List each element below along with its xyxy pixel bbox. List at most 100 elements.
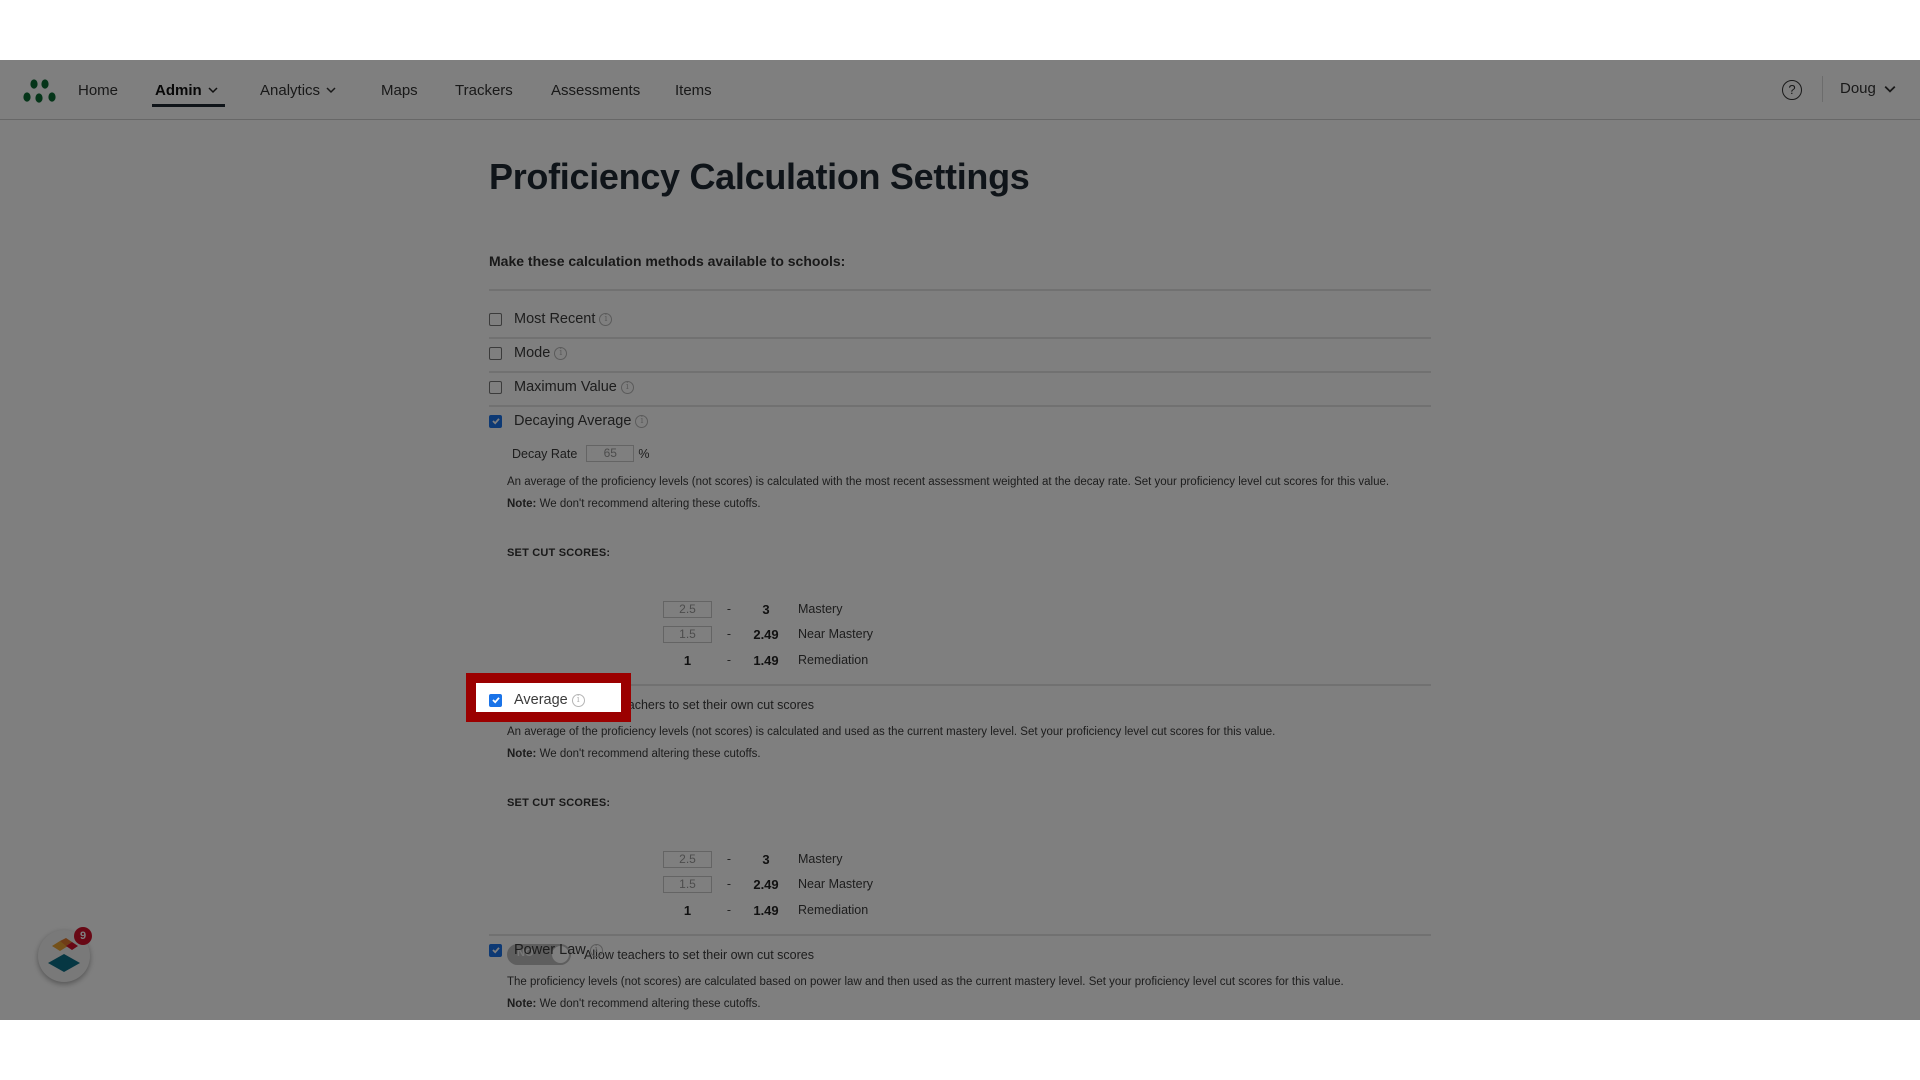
notification-badge: 9	[74, 927, 92, 945]
nav-admin-label: Admin	[155, 81, 202, 99]
divider	[489, 337, 1431, 339]
page-title: Proficiency Calculation Settings	[489, 156, 1030, 197]
user-name: Doug	[1840, 80, 1876, 97]
note-text: We don't recommend altering these cutoff…	[536, 998, 761, 1010]
cut-score-row-remediation: 1 - 1.49 Remediation	[663, 901, 868, 919]
average-checkbox[interactable]	[489, 693, 502, 707]
divider	[489, 371, 1431, 373]
method-most-recent: Most Recent i	[489, 308, 613, 330]
range-dash: -	[726, 602, 732, 616]
range-dash: -	[726, 653, 732, 667]
info-icon[interactable]: i	[635, 414, 649, 428]
method-label: Mode	[514, 345, 551, 361]
nav-maps-label: Maps	[381, 81, 418, 99]
decay-rate-input[interactable]: 65	[586, 445, 635, 462]
section-subtitle: Make these calculation methods available…	[489, 253, 846, 269]
level-name: Near Mastery	[798, 877, 874, 891]
info-icon[interactable]: i	[620, 380, 634, 394]
decaying-average-description: An average of the proficiency levels (no…	[507, 476, 1390, 488]
level-name: Mastery	[798, 602, 843, 616]
nav-home[interactable]: Home	[78, 80, 118, 100]
method-mode: Mode i	[489, 342, 568, 364]
decay-rate-unit: %	[638, 446, 650, 461]
decaying-average-note: Note: We don't recommend altering these …	[507, 498, 761, 510]
checkmark-icon	[491, 697, 500, 704]
cut-score-row-near-mastery: 1.5 - 2.49 Near Mastery	[663, 875, 873, 893]
mastery-low-input[interactable]: 2.5	[663, 850, 712, 868]
remediation-low: 1	[683, 652, 692, 668]
range-dash: -	[726, 852, 732, 866]
range-dash: -	[726, 627, 732, 641]
note-label: Note:	[507, 498, 537, 510]
method-power-law: Power Law i	[489, 939, 603, 961]
nav-items[interactable]: Items	[675, 80, 712, 100]
range-dash: -	[726, 877, 732, 891]
mastery-low-input[interactable]: 2.5	[663, 600, 712, 618]
app: Home Admin Analytics Maps Trackers Asses…	[0, 60, 1920, 1020]
remediation-high: 1.49	[753, 652, 779, 668]
toggle-label: Allow teachers to set their own cut scor…	[584, 947, 814, 962]
method-label: Maximum Value	[514, 379, 617, 395]
power-law-checkbox[interactable]	[489, 943, 502, 957]
near-mastery-high: 2.49	[753, 626, 779, 642]
help-icon[interactable]: ?	[1782, 80, 1802, 100]
cut-score-row-mastery: 2.5 - 3 Mastery	[663, 600, 842, 618]
nav-admin[interactable]: Admin	[155, 80, 218, 100]
note-label: Note:	[507, 748, 537, 760]
nav-analytics-label: Analytics	[260, 81, 321, 99]
range-dash: -	[726, 903, 732, 917]
nav-analytics[interactable]: Analytics	[260, 80, 336, 100]
level-name: Near Mastery	[798, 627, 874, 641]
method-label: Average	[514, 692, 568, 708]
decaying-average-checkbox[interactable]	[489, 414, 502, 428]
nav-maps[interactable]: Maps	[381, 80, 418, 100]
set-cut-scores-label: SET CUT SCORES:	[507, 547, 611, 559]
method-maximum-value: Maximum Value i	[489, 376, 634, 398]
cut-score-row-near-mastery: 1.5 - 2.49 Near Mastery	[663, 625, 873, 643]
info-icon[interactable]: i	[554, 346, 568, 360]
chevron-down-icon	[326, 87, 336, 94]
power-law-note: Note: We don't recommend altering these …	[507, 998, 761, 1010]
near-mastery-high: 2.49	[753, 876, 779, 892]
info-icon[interactable]: i	[599, 312, 613, 326]
mastery-high: 3	[762, 601, 770, 617]
note-text: We don't recommend altering these cutoff…	[536, 748, 761, 760]
user-menu[interactable]: Doug	[1840, 80, 1896, 97]
info-icon[interactable]: i	[589, 943, 603, 957]
near-mastery-low-input[interactable]: 1.5	[663, 625, 712, 643]
method-decaying-average: Decaying Average i	[489, 410, 649, 432]
nav-trackers-label: Trackers	[455, 81, 513, 99]
level-name: Remediation	[798, 653, 869, 667]
average-note: Note: We don't recommend altering these …	[507, 748, 761, 760]
note-text: We don't recommend altering these cutoff…	[536, 498, 761, 510]
level-name: Mastery	[798, 852, 843, 866]
cut-score-row-mastery: 2.5 - 3 Mastery	[663, 850, 842, 868]
mastery-high: 3	[762, 851, 770, 867]
method-label: Most Recent	[514, 311, 596, 327]
near-mastery-low-input[interactable]: 1.5	[663, 875, 712, 893]
remediation-low: 1	[683, 902, 692, 918]
remediation-high: 1.49	[753, 902, 779, 918]
power-law-description: The proficiency levels (not scores) are …	[507, 976, 1344, 988]
cut-score-row-remediation: 1 - 1.49 Remediation	[663, 651, 868, 669]
nav-trackers[interactable]: Trackers	[455, 80, 513, 100]
checkmark-icon	[491, 947, 500, 954]
mode-checkbox[interactable]	[489, 346, 502, 360]
chevron-down-icon	[1884, 85, 1896, 93]
highlighted-average-option[interactable]: Average i	[489, 689, 585, 711]
method-label: Power Law	[514, 942, 586, 958]
logo-icon[interactable]	[22, 78, 58, 104]
nav-assessments[interactable]: Assessments	[551, 80, 640, 100]
nav-assessments-label: Assessments	[551, 81, 641, 99]
note-label: Note:	[507, 998, 537, 1010]
decay-rate-row: Decay Rate 65 %	[512, 445, 649, 462]
active-tab-indicator	[152, 104, 225, 107]
info-icon[interactable]: i	[571, 693, 585, 707]
average-description: An average of the proficiency levels (no…	[507, 726, 1276, 738]
nav-home-label: Home	[78, 81, 119, 99]
most-recent-checkbox[interactable]	[489, 312, 502, 326]
maximum-value-checkbox[interactable]	[489, 380, 502, 394]
divider	[489, 289, 1431, 291]
divider	[489, 934, 1431, 936]
top-nav: Home Admin Analytics Maps Trackers Asses…	[0, 60, 1920, 120]
